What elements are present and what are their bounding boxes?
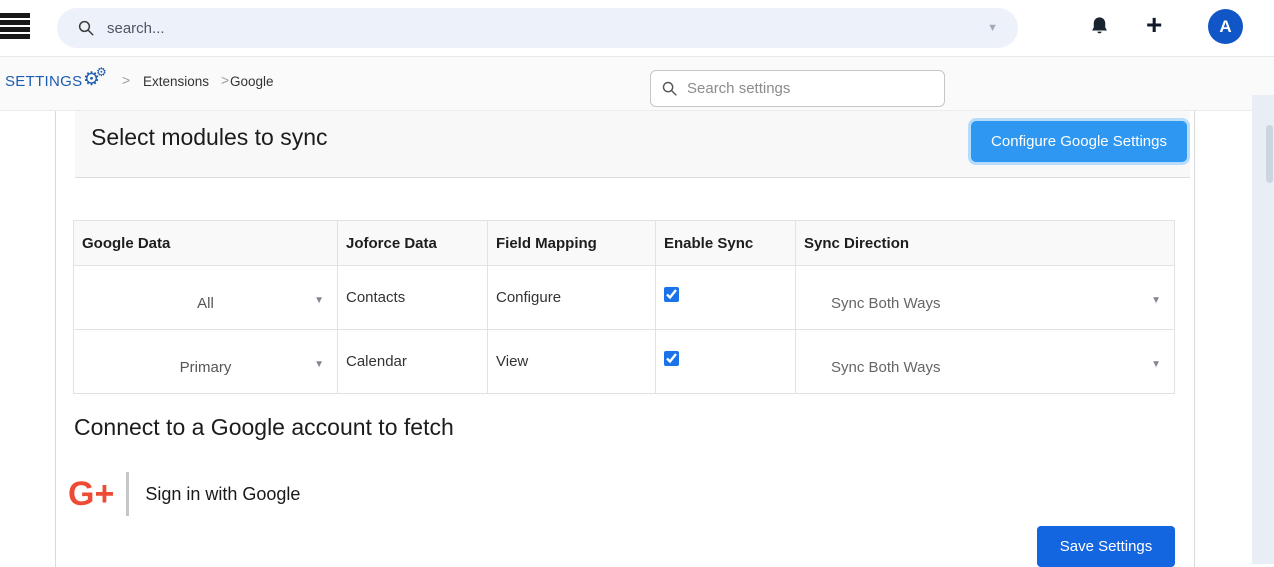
field-mapping-link[interactable]: View bbox=[488, 330, 656, 394]
connect-account-title: Connect to a Google account to fetch bbox=[74, 414, 454, 441]
caret-down-icon: ▼ bbox=[1151, 295, 1161, 306]
breadcrumb-item-google: Google bbox=[230, 74, 274, 89]
joforce-data-cell: Calendar bbox=[338, 330, 488, 394]
content-panel: Select modules to sync Configure Google … bbox=[55, 111, 1195, 567]
google-data-select[interactable]: All ▼ bbox=[74, 284, 337, 312]
sync-direction-select-value: Sync Both Ways bbox=[831, 359, 940, 376]
col-header-enable-sync: Enable Sync bbox=[656, 221, 796, 266]
breadcrumb-separator-icon: > bbox=[221, 72, 229, 88]
col-header-field-mapping: Field Mapping bbox=[488, 221, 656, 266]
breadcrumb-separator-icon: > bbox=[122, 72, 130, 88]
global-search[interactable]: ▼ bbox=[57, 8, 1018, 48]
scrollbar-thumb[interactable] bbox=[1266, 125, 1273, 183]
menu-icon[interactable] bbox=[0, 13, 30, 41]
scrollbar[interactable] bbox=[1252, 95, 1274, 564]
field-mapping-link[interactable]: Configure bbox=[488, 266, 656, 330]
enable-sync-checkbox[interactable] bbox=[664, 351, 679, 366]
col-header-google-data: Google Data bbox=[74, 221, 338, 266]
breadcrumb-settings-link[interactable]: SETTINGS bbox=[5, 73, 82, 90]
signin-label: Sign in with Google bbox=[145, 484, 300, 505]
sync-direction-select-value: Sync Both Ways bbox=[831, 295, 940, 312]
col-header-sync-direction: Sync Direction bbox=[796, 221, 1175, 266]
google-signin-button[interactable]: G+ Sign in with Google bbox=[68, 468, 300, 520]
col-header-joforce-data: Joforce Data bbox=[338, 221, 488, 266]
google-data-select-value: All bbox=[197, 295, 214, 312]
breadcrumb-item-extensions[interactable]: Extensions bbox=[143, 74, 209, 89]
table-row: Primary ▼ Calendar View Sync Both Ways ▼ bbox=[74, 330, 1175, 394]
google-plus-icon: G+ bbox=[68, 477, 114, 511]
table-header-row: Google Data Joforce Data Field Mapping E… bbox=[74, 221, 1175, 266]
enable-sync-checkbox[interactable] bbox=[664, 287, 679, 302]
sync-direction-select[interactable]: Sync Both Ways ▼ bbox=[796, 284, 1174, 312]
global-search-input[interactable] bbox=[107, 20, 979, 37]
notifications-bell-icon[interactable] bbox=[1088, 15, 1111, 43]
google-data-select[interactable]: Primary ▼ bbox=[74, 348, 337, 376]
joforce-data-cell: Contacts bbox=[338, 266, 488, 330]
caret-down-icon: ▼ bbox=[1151, 359, 1161, 370]
google-data-select-value: Primary bbox=[180, 359, 232, 376]
quick-add-icon[interactable]: + bbox=[1146, 8, 1162, 42]
save-settings-button[interactable]: Save Settings bbox=[1037, 526, 1175, 567]
search-icon bbox=[661, 80, 678, 97]
search-scope-caret-icon[interactable]: ▼ bbox=[987, 22, 998, 34]
settings-search-input[interactable] bbox=[687, 80, 934, 97]
search-icon bbox=[77, 19, 95, 37]
sync-direction-select[interactable]: Sync Both Ways ▼ bbox=[796, 348, 1174, 376]
caret-down-icon: ▼ bbox=[314, 295, 324, 306]
section-header: Select modules to sync Configure Google … bbox=[75, 111, 1190, 178]
breadcrumb-bar: SETTINGS ⚙ ⚙ > Extensions > Google bbox=[0, 57, 1274, 111]
sync-modules-table: Google Data Joforce Data Field Mapping E… bbox=[73, 220, 1175, 394]
settings-search[interactable] bbox=[650, 70, 945, 107]
caret-down-icon: ▼ bbox=[314, 359, 324, 370]
user-avatar[interactable]: A bbox=[1208, 9, 1243, 44]
configure-google-settings-button[interactable]: Configure Google Settings bbox=[971, 121, 1187, 162]
top-navigation-bar: ▼ + A bbox=[0, 0, 1274, 57]
settings-gear-icon[interactable]: ⚙ ⚙ bbox=[83, 68, 109, 94]
table-row: All ▼ Contacts Configure Sync Both Ways … bbox=[74, 266, 1175, 330]
divider bbox=[126, 472, 129, 516]
page-title: Select modules to sync bbox=[91, 124, 328, 151]
